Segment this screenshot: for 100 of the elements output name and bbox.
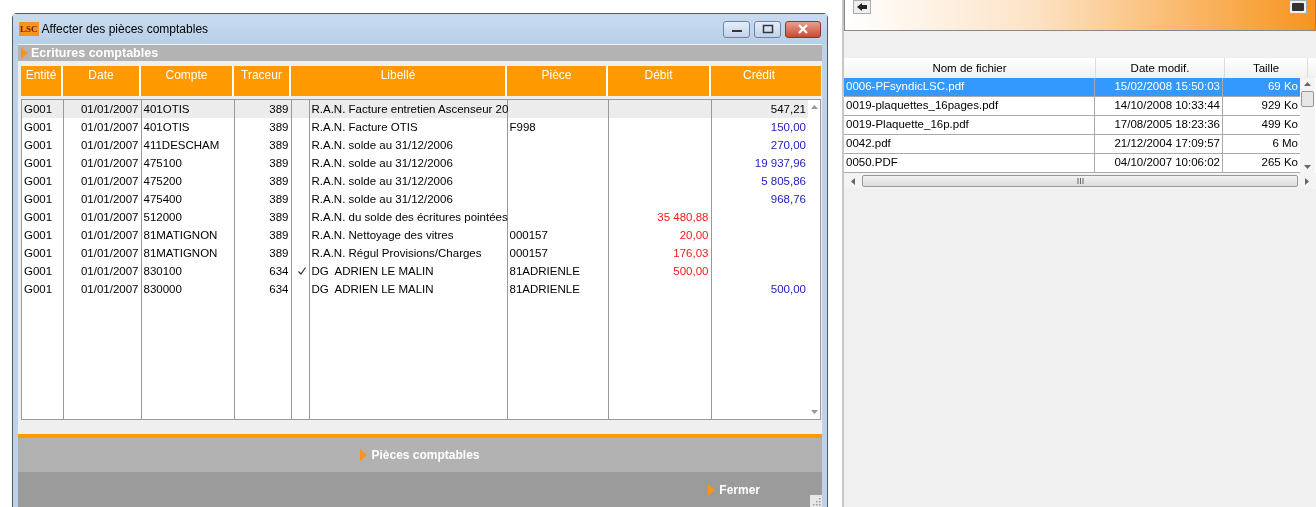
table-cell: G001 <box>24 121 53 133</box>
table-cell: 475200 <box>143 175 182 187</box>
close-button[interactable] <box>785 20 821 38</box>
table-cell: 35 480,88 <box>657 211 709 223</box>
scroll-up-icon <box>809 104 819 110</box>
table-cell: 01/01/2007 <box>80 229 139 241</box>
window-title: Affecter des pièces comptables <box>41 22 209 36</box>
table-cell: 389 <box>269 103 289 115</box>
file-name: 0050.PDF <box>846 156 898 168</box>
file-name: 0019-Plaquette_16p.pdf <box>846 118 969 130</box>
maximize-button[interactable] <box>754 20 781 38</box>
minimize-button[interactable] <box>723 20 750 38</box>
arrow-icon <box>360 449 368 461</box>
table-cell: 01/01/2007 <box>80 121 139 133</box>
file-date: 14/10/2008 10:33:44 <box>1114 99 1220 111</box>
table-cell: 01/01/2007 <box>80 193 139 205</box>
table-cell: 81ADRIENLE <box>509 265 580 277</box>
table-cell: 389 <box>269 157 289 169</box>
table-cell: 389 <box>269 211 289 223</box>
table-cell: 389 <box>269 193 289 205</box>
table-cell: G001 <box>24 247 53 259</box>
table-cell: 150,00 <box>770 121 806 133</box>
table-cell: 401OTIS <box>143 103 190 115</box>
app-logo: LSC <box>19 22 39 36</box>
scroll-right-icon <box>1304 176 1310 186</box>
file-row[interactable]: 0042.pdf 21/12/2004 17:09:57 6 Mo <box>844 135 1300 154</box>
file-name: 0006-PFsyndicLSC.pdf <box>846 80 965 92</box>
file-date: 15/02/2008 15:50:03 <box>1114 80 1220 92</box>
table-cell: G001 <box>24 229 53 241</box>
table-cell: R.A.N. solde au 31/12/2006 <box>311 157 453 169</box>
section-title: Ecritures comptables <box>31 46 159 60</box>
back-button[interactable] <box>853 0 871 14</box>
table-cell: 5 805,86 <box>761 175 806 187</box>
arrow-icon <box>708 483 716 496</box>
table-cell: 500,00 <box>770 283 806 295</box>
table-cell: 389 <box>269 247 289 259</box>
table-cell: 500,00 <box>673 265 709 277</box>
scroll-thumb[interactable] <box>1301 91 1314 107</box>
table-cell: R.A.N. solde au 31/12/2006 <box>311 175 453 187</box>
table-cell: 01/01/2007 <box>80 157 139 169</box>
table-cell: 968,76 <box>770 193 806 205</box>
file-name: 0042.pdf <box>846 137 891 149</box>
table-row[interactable]: G001 01/01/2007 401OTIS 389 R.A.N. Facture entretien Ascenseur 20 547,21 <box>22 100 808 118</box>
scroll-left-icon <box>850 176 856 186</box>
table-cell: 389 <box>269 229 289 241</box>
horizontal-scrollbar[interactable] <box>844 173 1316 189</box>
table-cell: R.A.N. Facture entretien Ascenseur 20 <box>311 103 509 115</box>
table-cell: G001 <box>24 211 53 223</box>
table-cell: 01/01/2007 <box>80 175 139 187</box>
table-cell: DG ADRIEN LE MALIN <box>311 265 434 277</box>
back-arrow-icon <box>857 3 867 11</box>
table-cell: 81ADRIENLE <box>509 283 580 295</box>
file-row[interactable]: 0019-Plaquette_16p.pdf 17/08/2005 18:23:36 499 Ko <box>844 116 1300 135</box>
scroll-up-icon <box>1303 81 1312 87</box>
table-cell: 000157 <box>509 247 548 259</box>
table-cell: 81MATIGNON <box>143 229 218 241</box>
file-size: 6 Mo <box>1272 137 1298 149</box>
table-cell: G001 <box>24 175 53 187</box>
scroll-down-icon <box>1303 164 1312 170</box>
table-cell: 01/01/2007 <box>80 211 139 223</box>
table-cell: 81MATIGNON <box>143 247 218 259</box>
table-cell: G001 <box>24 103 53 115</box>
file-name: 0019-plaquettes_16pages.pdf <box>846 99 999 111</box>
table-cell: 176,03 <box>673 247 709 259</box>
table-cell: R.A.N. solde au 31/12/2006 <box>311 139 453 151</box>
table-cell: DG ADRIEN LE MALIN <box>311 283 434 295</box>
table-cell: 389 <box>269 139 289 151</box>
file-date: 04/10/2007 10:06:02 <box>1114 156 1220 168</box>
table-cell: 01/01/2007 <box>80 283 139 295</box>
table-cell: G001 <box>24 283 53 295</box>
table-cell: 01/01/2007 <box>80 265 139 277</box>
table-cell: 830100 <box>143 265 182 277</box>
table-cell: G001 <box>24 265 53 277</box>
table-cell: R.A.N. solde au 31/12/2006 <box>311 193 453 205</box>
grip-icon <box>1076 178 1084 184</box>
table-cell: 01/01/2007 <box>80 247 139 259</box>
table-cell: 475100 <box>143 157 182 169</box>
table-cell: G001 <box>24 193 53 205</box>
table-cell: 270,00 <box>770 139 806 151</box>
table-cell: 475400 <box>143 193 182 205</box>
table-cell: 634 <box>269 283 289 295</box>
table-cell: 411DESCHAM <box>143 139 220 151</box>
scroll-down-icon <box>809 409 819 415</box>
file-date: 17/08/2005 18:23:36 <box>1114 118 1220 130</box>
table-cell: 389 <box>269 121 289 133</box>
file-row[interactable]: 0019-plaquettes_16pages.pdf 14/10/2008 10:33:44 929 Ko <box>844 97 1300 116</box>
table-cell: 000157 <box>509 229 548 241</box>
table-cell: F998 <box>509 121 536 133</box>
file-size: 929 Ko <box>1261 99 1298 111</box>
screen-icon <box>1292 3 1304 11</box>
table-cell: 634 <box>269 265 289 277</box>
table-cell: 830000 <box>143 283 182 295</box>
table-cell: 01/01/2007 <box>80 139 139 151</box>
table-cell: R.A.N. Facture OTIS <box>311 121 418 133</box>
table-cell: R.A.N. Régul Provisions/Charges <box>311 247 482 259</box>
scroll-thumb[interactable] <box>862 175 1298 187</box>
table-cell: R.A.N. du solde des écritures pointées <box>311 211 508 223</box>
maximize-icon <box>761 24 774 34</box>
view-button[interactable] <box>1289 0 1307 14</box>
close-icon <box>796 24 810 34</box>
